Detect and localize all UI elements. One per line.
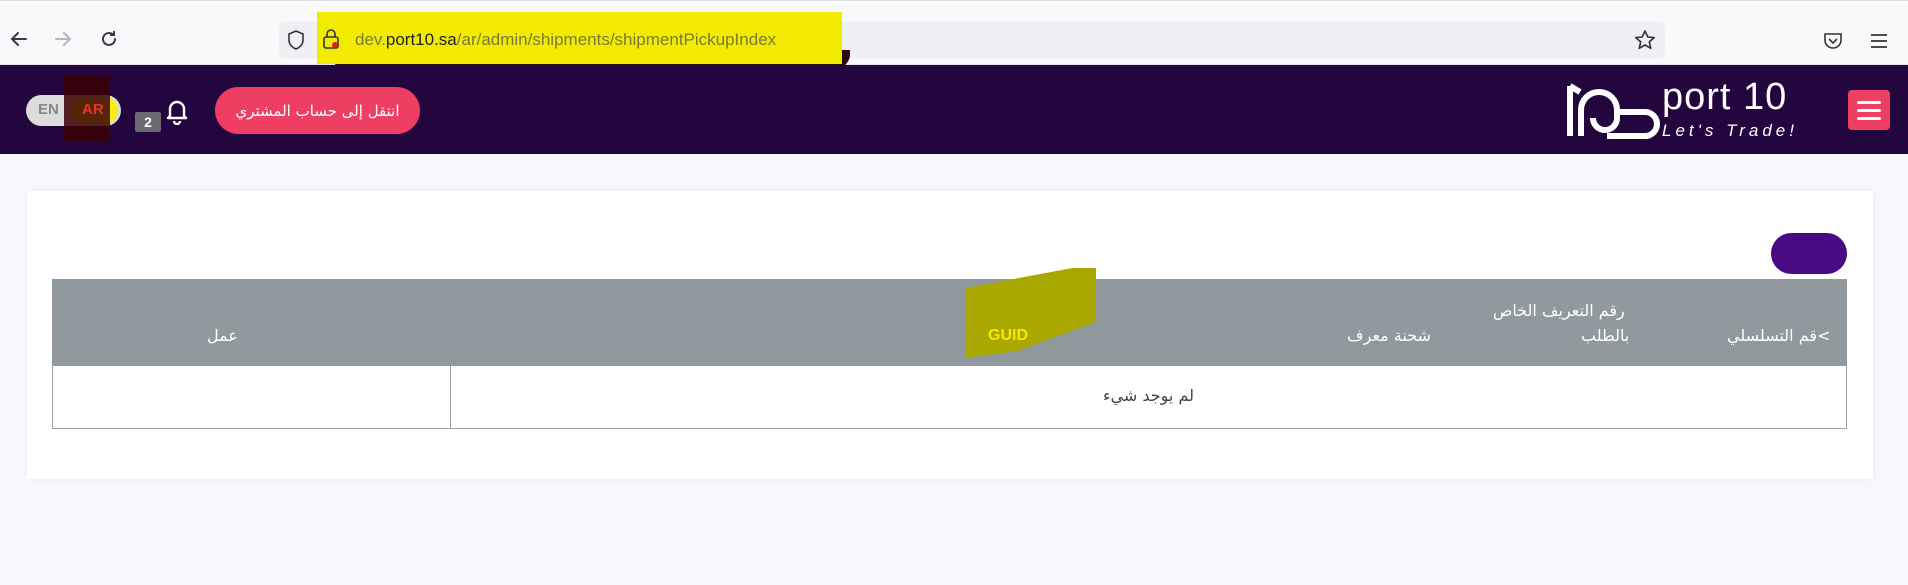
- bell-icon[interactable]: [164, 97, 190, 125]
- notification-count-badge: 2: [135, 112, 161, 132]
- forward-arrow-icon[interactable]: [48, 24, 78, 54]
- go-to-customer-account-button[interactable]: انتقل إلى حساب المشتري: [215, 87, 420, 134]
- table-column-divider: [450, 366, 451, 429]
- column-header-action[interactable]: عمل: [207, 323, 238, 348]
- bookmark-star-icon[interactable]: [1634, 29, 1656, 51]
- column-header-serial[interactable]: قم التسلسلي<: [1727, 323, 1830, 348]
- shield-icon[interactable]: [287, 30, 305, 50]
- url-text[interactable]: dev.port10.sa/ar/admin/shipments/shipmen…: [355, 30, 776, 50]
- lock-warning-icon[interactable]: [322, 29, 340, 49]
- logo-name: port 10: [1662, 76, 1788, 118]
- browser-menu-icon[interactable]: [1868, 30, 1890, 52]
- action-pill-button[interactable]: [1771, 233, 1847, 274]
- empty-table-message: لم يوجد شيء: [1103, 386, 1194, 405]
- column-header-request-id[interactable]: رقم التعريف الخاص: [1493, 298, 1625, 323]
- reload-icon[interactable]: [94, 24, 124, 54]
- hamburger-menu-button[interactable]: [1848, 90, 1890, 130]
- logo-tagline: Let's Trade!: [1662, 121, 1798, 140]
- back-arrow-icon[interactable]: [4, 24, 34, 54]
- column-header-guid[interactable]: GUID: [988, 323, 1028, 348]
- column-header-shipment-id[interactable]: شحنة معرف: [1347, 323, 1431, 348]
- lang-en-label[interactable]: EN: [38, 101, 59, 118]
- lang-ar-label[interactable]: AR: [82, 101, 104, 118]
- pocket-icon[interactable]: [1822, 30, 1844, 52]
- table-body: [52, 366, 1847, 429]
- column-header-request-id-line2[interactable]: بالطلب: [1581, 323, 1629, 348]
